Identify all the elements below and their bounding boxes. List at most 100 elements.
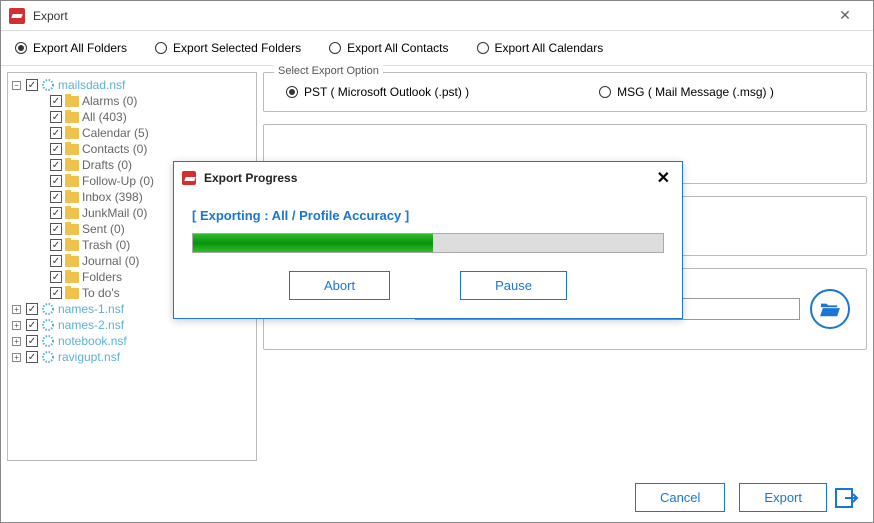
- pause-button[interactable]: Pause: [460, 271, 567, 300]
- tree-item[interactable]: + ✓ names-2.nsf: [10, 317, 254, 333]
- export-option-group: Select Export Option PST ( Microsoft Out…: [263, 72, 867, 112]
- tree-item[interactable]: + ✓ ravigupt.nsf: [10, 349, 254, 365]
- export-scope-options: Export All Folders Export Selected Folde…: [1, 31, 873, 66]
- nsf-icon: [41, 334, 55, 348]
- nsf-icon: [41, 78, 55, 92]
- checkbox[interactable]: ✓: [50, 175, 62, 187]
- checkbox[interactable]: ✓: [50, 239, 62, 251]
- radio-circle-icon: [599, 86, 611, 98]
- radio-circle-icon: [329, 42, 341, 54]
- expand-icon[interactable]: +: [12, 337, 21, 346]
- checkbox[interactable]: ✓: [50, 127, 62, 139]
- dialog-titlebar: Export Progress ✕: [174, 162, 682, 194]
- abort-button[interactable]: Abort: [289, 271, 390, 300]
- radio-label: PST ( Microsoft Outlook (.pst) ): [304, 85, 469, 99]
- export-arrow-icon: [835, 485, 861, 511]
- export-button[interactable]: Export: [739, 483, 827, 512]
- expand-icon[interactable]: +: [12, 321, 21, 330]
- footer: Cancel Export: [1, 472, 873, 522]
- radio-export-all-contacts[interactable]: Export All Contacts: [329, 41, 448, 55]
- export-status-text: [ Exporting : All / Profile Accuracy ]: [192, 208, 664, 223]
- radio-export-all-folders[interactable]: Export All Folders: [15, 41, 127, 55]
- radio-circle-icon: [477, 42, 489, 54]
- radio-dot-icon: [286, 86, 298, 98]
- titlebar: Export ✕: [1, 1, 873, 31]
- checkbox[interactable]: ✓: [50, 223, 62, 235]
- browse-button[interactable]: [810, 289, 850, 329]
- radio-label: Export All Calendars: [495, 41, 604, 55]
- checkbox[interactable]: ✓: [50, 159, 62, 171]
- collapse-icon[interactable]: −: [12, 81, 21, 90]
- expand-icon[interactable]: +: [12, 305, 21, 314]
- window-close-button[interactable]: ✕: [825, 2, 865, 30]
- radio-label: Export All Contacts: [347, 41, 448, 55]
- radio-export-selected-folders[interactable]: Export Selected Folders: [155, 41, 301, 55]
- folder-icon: [65, 192, 79, 203]
- fieldset-legend: Select Export Option: [274, 65, 383, 77]
- folder-icon: [65, 256, 79, 267]
- cancel-button[interactable]: Cancel: [635, 483, 725, 512]
- dialog-title: Export Progress: [204, 171, 653, 185]
- tree-label: Follow-Up (0): [82, 174, 154, 188]
- tree-label: Sent (0): [82, 222, 125, 236]
- tree-label: Drafts (0): [82, 158, 132, 172]
- tree-label: Calendar (5): [82, 126, 149, 140]
- folder-icon: [65, 176, 79, 187]
- folder-icon: [65, 96, 79, 107]
- tree-label: Journal (0): [82, 254, 139, 268]
- progress-bar: [192, 233, 664, 253]
- radio-label: Export Selected Folders: [173, 41, 301, 55]
- tree-label: names-2.nsf: [58, 318, 124, 332]
- checkbox[interactable]: ✓: [26, 303, 38, 315]
- radio-dot-icon: [15, 42, 27, 54]
- folder-icon: [65, 144, 79, 155]
- tree-item[interactable]: ✓ Alarms (0): [10, 93, 254, 109]
- radio-pst[interactable]: PST ( Microsoft Outlook (.pst) ): [286, 85, 469, 99]
- export-window: Export ✕ Export All Folders Export Selec…: [0, 0, 874, 523]
- checkbox[interactable]: ✓: [50, 95, 62, 107]
- tree-label: JunkMail (0): [82, 206, 147, 220]
- export-progress-dialog: Export Progress ✕ [ Exporting : All / Pr…: [173, 161, 683, 319]
- folder-icon: [65, 224, 79, 235]
- tree-item[interactable]: +✓notebook.nsf: [10, 333, 254, 349]
- radio-export-all-calendars[interactable]: Export All Calendars: [477, 41, 604, 55]
- radio-msg[interactable]: MSG ( Mail Message (.msg) ): [599, 85, 774, 99]
- folder-open-icon: [819, 300, 841, 318]
- checkbox[interactable]: ✓: [50, 143, 62, 155]
- dialog-close-button[interactable]: ✕: [653, 168, 674, 188]
- tree-label: Contacts (0): [82, 142, 147, 156]
- tree-item[interactable]: ✓ Contacts (0): [10, 141, 254, 157]
- folder-icon: [65, 240, 79, 251]
- tree-label: Folders: [82, 270, 122, 284]
- tree-label: names-1.nsf: [58, 302, 124, 316]
- tree-label: Inbox (398): [82, 190, 143, 204]
- tree-label: Trash (0): [82, 238, 130, 252]
- tree-root[interactable]: − ✓ mailsdad.nsf: [10, 77, 254, 93]
- radio-label: MSG ( Mail Message (.msg) ): [617, 85, 774, 99]
- checkbox[interactable]: ✓: [26, 351, 38, 363]
- window-title: Export: [33, 9, 825, 23]
- tree-item[interactable]: ✓ Calendar (5): [10, 125, 254, 141]
- checkbox[interactable]: ✓: [26, 335, 38, 347]
- checkbox[interactable]: ✓: [50, 191, 62, 203]
- radio-circle-icon: [155, 42, 167, 54]
- folder-icon: [65, 208, 79, 219]
- checkbox[interactable]: ✓: [50, 271, 62, 283]
- checkbox[interactable]: ✓: [26, 319, 38, 331]
- progress-fill: [193, 234, 433, 252]
- app-icon: [9, 8, 25, 24]
- checkbox[interactable]: ✓: [50, 207, 62, 219]
- tree-label: ravigupt.nsf: [58, 350, 120, 364]
- tree-label: Alarms (0): [82, 94, 137, 108]
- tree-label: To do's: [82, 286, 120, 300]
- checkbox[interactable]: ✓: [50, 255, 62, 267]
- radio-label: Export All Folders: [33, 41, 127, 55]
- folder-icon: [65, 128, 79, 139]
- checkbox[interactable]: ✓: [50, 111, 62, 123]
- tree-item[interactable]: ✓All (403): [10, 109, 254, 125]
- expand-icon[interactable]: +: [12, 353, 21, 362]
- folder-icon: [65, 112, 79, 123]
- tree-label: mailsdad.nsf: [58, 78, 125, 92]
- checkbox[interactable]: ✓: [50, 287, 62, 299]
- checkbox[interactable]: ✓: [26, 79, 38, 91]
